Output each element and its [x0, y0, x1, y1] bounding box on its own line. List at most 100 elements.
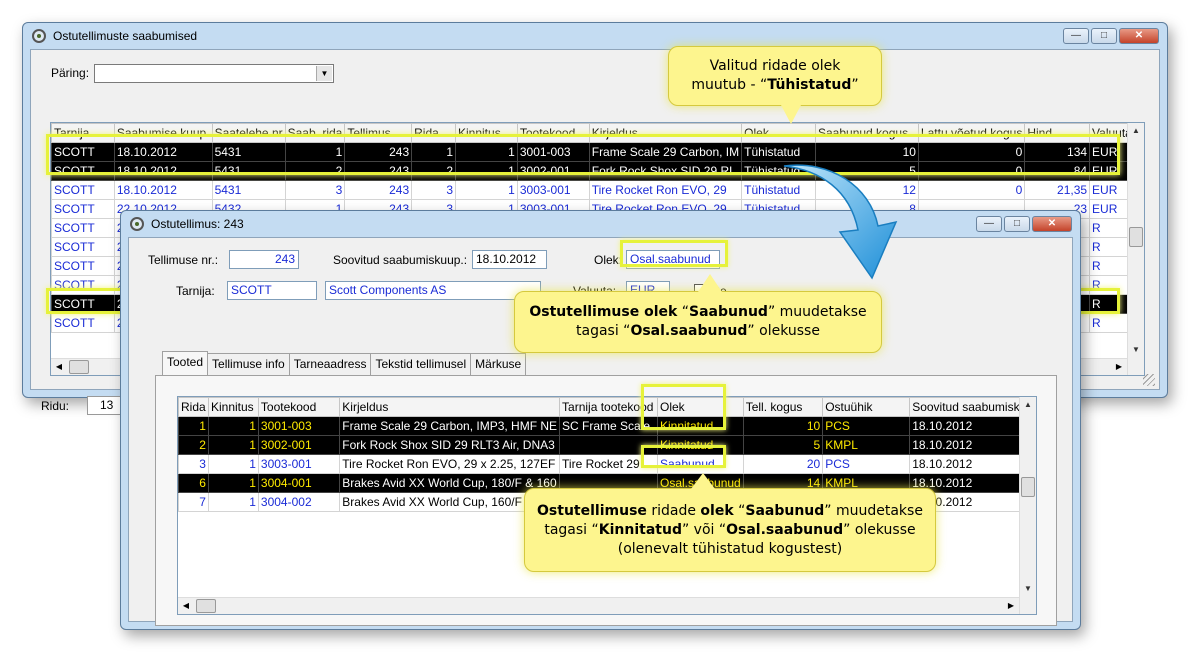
scroll-down-icon[interactable]: ▼ [1128, 342, 1144, 358]
close-icon[interactable]: ✕ [1032, 216, 1072, 232]
column-header[interactable]: Saabunud kogus [815, 123, 919, 143]
table-row[interactable]: SCOTT 18.10.2012 5431 2 243 2 1 3002-001 Fork Ro… [51, 161, 1144, 181]
scroll-right-icon[interactable]: ▶ [1003, 598, 1019, 614]
column-header[interactable]: Olek [656, 397, 744, 417]
column-header[interactable]: Saabumise kuup. [113, 123, 213, 143]
resize-grip[interactable] [1143, 374, 1155, 386]
table-cell: SCOTT [51, 161, 115, 181]
table-cell: 1 [207, 416, 259, 436]
table-cell: 2 [178, 435, 209, 455]
column-header[interactable]: Tarnija [51, 123, 115, 143]
table-row[interactable]: SCOTT 18.10.2012 5431 1 243 1 1 3001-003 Frame S… [51, 142, 1144, 162]
table-cell: 5431 [211, 180, 286, 200]
table-cell: 1 [207, 492, 259, 512]
table-row[interactable]: 3 1 3003-001 Tire Rocket Ron EVO, 29 x 2.25… [178, 454, 1036, 474]
app-icon [32, 29, 46, 43]
table-cell: 5431 [211, 142, 286, 162]
receipts-vscrollbar[interactable]: ▲ ▼ [1127, 123, 1144, 375]
column-header[interactable]: Rida [178, 397, 209, 417]
callout-cancelled-status: Valitud ridade olek muutub - “Tühistatud… [668, 46, 882, 124]
scroll-up-icon[interactable]: ▲ [1020, 397, 1036, 413]
maximize-icon[interactable]: □ [1004, 216, 1030, 232]
tab-tooted[interactable]: Tooted [162, 351, 209, 375]
order-nr-field[interactable]: 243 [229, 250, 299, 269]
column-header[interactable]: Kirjeldus [339, 397, 561, 417]
query-select[interactable]: ▼ [94, 64, 334, 83]
table-cell: SCOTT [51, 294, 115, 314]
table-row[interactable]: 1 1 3001-003 Frame Scale 29 Carbon, IMP3, H… [178, 416, 1036, 436]
supplier-name-field[interactable]: Scott Components AS [325, 281, 541, 300]
table-cell: Tire Rocket 29 [559, 454, 658, 474]
table-cell: Frame Scale 29 Carbon, IM [588, 142, 743, 162]
column-header[interactable]: Olek [741, 123, 816, 143]
scroll-left-icon[interactable]: ◀ [51, 359, 67, 375]
tab-tellimuse-info[interactable]: Tellimuse info [208, 353, 290, 375]
column-header[interactable]: Tellimus [344, 123, 413, 143]
table-row[interactable]: SCOTT 18.10.2012 5431 3 243 3 1 3003-001 Tire Ro… [51, 180, 1144, 200]
column-header[interactable]: Tarnija tootekood [559, 397, 658, 417]
minimize-icon[interactable]: — [976, 216, 1002, 232]
minimize-icon[interactable]: — [1063, 28, 1089, 44]
table-cell: 18.10.2012 [909, 416, 1036, 436]
table-cell: 1 [207, 435, 259, 455]
table-cell: PCS [822, 416, 911, 436]
table-cell: 3003-001 [516, 180, 590, 200]
table-cell: 5 [742, 435, 824, 455]
scroll-right-icon[interactable]: ▶ [1111, 359, 1127, 375]
hscroll-thumb[interactable] [69, 360, 89, 374]
table-cell: SCOTT [51, 218, 115, 238]
supplier-code-field[interactable]: SCOTT [227, 281, 317, 300]
column-header[interactable]: Kinnitus [207, 397, 259, 417]
callout-1-line-1: Valitud ridade olek [709, 58, 841, 74]
scroll-thumb[interactable] [1129, 227, 1143, 247]
tab-markused[interactable]: Märkuse [471, 353, 527, 375]
order-lines-vscrollbar[interactable]: ▲ ▼ [1019, 397, 1036, 614]
column-header[interactable]: Saab. rida [284, 123, 346, 143]
table-cell: 1 [455, 180, 518, 200]
column-header[interactable]: Kirjeldus [588, 123, 743, 143]
order-nr-label: Tellimuse nr.: [148, 253, 219, 267]
table-cell: 243 [344, 161, 413, 181]
order-lines-hscrollbar[interactable]: ◀ ▶ [178, 597, 1019, 614]
column-header[interactable]: Tootekood [516, 123, 590, 143]
status-field[interactable]: Osal.saabunud [626, 250, 720, 269]
receipts-titlebar[interactable]: Ostutellimuste saabumised — □ ✕ [23, 23, 1167, 49]
scroll-left-icon[interactable]: ◀ [178, 598, 194, 614]
column-header[interactable]: Rida [411, 123, 456, 143]
table-cell: 3 [178, 454, 209, 474]
supplier-label: Tarnija: [176, 284, 215, 298]
tab-tarneaadress[interactable]: Tarneaadress [289, 353, 372, 375]
column-header[interactable]: Kinnitus [455, 123, 518, 143]
column-header[interactable]: Ostuühik [822, 397, 911, 417]
table-cell: Tühistatud [741, 142, 816, 162]
scroll-thumb[interactable] [1021, 477, 1035, 497]
table-cell: KMPL [822, 435, 911, 455]
order-titlebar[interactable]: Ostutellimus: 243 — □ ✕ [121, 211, 1080, 237]
table-cell: 18.10.2012 [909, 435, 1036, 455]
column-header[interactable]: Saatelehe nr [211, 123, 286, 143]
table-cell: Kinnitatud [656, 435, 744, 455]
scroll-up-icon[interactable]: ▲ [1128, 123, 1144, 139]
table-cell: 1 [455, 142, 518, 162]
table-cell [559, 435, 658, 455]
column-header[interactable]: Hind [1024, 123, 1091, 143]
table-cell: 1 [207, 473, 259, 493]
table-cell: SCOTT [51, 275, 115, 295]
column-header[interactable]: Soovitud saabumiskuu [909, 397, 1036, 417]
table-cell: 3002-001 [516, 161, 590, 181]
maximize-icon[interactable]: □ [1091, 28, 1117, 44]
tab-tekstid-tellimusel[interactable]: Tekstid tellimusel [371, 353, 472, 375]
column-header[interactable]: Tell. kogus [742, 397, 824, 417]
table-cell: Fork Rock Shox SID 29 RL [588, 161, 743, 181]
column-header[interactable]: Tootekood [257, 397, 341, 417]
window-title: Ostutellimus: 243 [151, 217, 244, 231]
desired-date-field[interactable]: 18.10.2012 [472, 250, 547, 269]
column-header[interactable]: Lattu võetud kogus [917, 123, 1026, 143]
scroll-down-icon[interactable]: ▼ [1020, 581, 1036, 597]
hscroll-thumb[interactable] [196, 599, 216, 613]
table-row[interactable]: 2 1 3002-001 Fork Rock Shox SID 29 RLT3 Air… [178, 435, 1036, 455]
close-icon[interactable]: ✕ [1119, 28, 1159, 44]
table-cell: 0 [917, 180, 1026, 200]
table-cell: SCOTT [51, 199, 115, 219]
chevron-down-icon[interactable]: ▼ [316, 66, 332, 81]
